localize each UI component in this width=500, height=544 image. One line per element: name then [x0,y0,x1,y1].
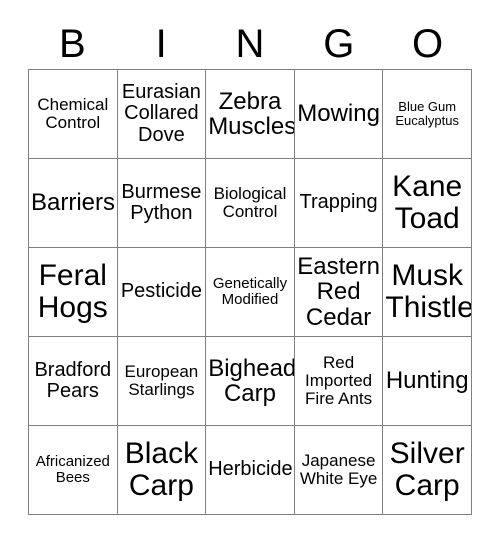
bingo-header-letter-n: N [235,21,265,66]
bingo-cell-label: Eurasian Collared Dove [121,81,201,146]
bingo-cell-i3[interactable]: Pesticide [117,248,207,337]
bingo-cell-o2[interactable]: Kane Toad [383,159,472,248]
bingo-cell-n1[interactable]: Zebra Muscles [206,70,295,159]
bingo-cell-label: Kane Toad [392,170,463,235]
bingo-cell-label: Africanized Bees [35,453,110,486]
bingo-cell-n4[interactable]: Bighead Carp [206,337,295,426]
bingo-cell-label: Red Imported Fire Ants [305,352,373,408]
bingo-cell-b3[interactable]: Feral Hogs [29,248,118,337]
bingo-cell-g5[interactable]: Japanese White Eye [294,426,384,515]
bingo-cell-o4[interactable]: Hunting [383,337,472,426]
bingo-cell-n5[interactable]: Herbicide [206,426,295,515]
bingo-cell-o1[interactable]: Blue Gum Eucalyptus [383,70,472,159]
bingo-cell-b4[interactable]: Bradford Pears [29,337,118,426]
bingo-cell-g4[interactable]: Red Imported Fire Ants [294,337,384,426]
bingo-cell-g1[interactable]: Mowing [294,70,384,159]
bingo-cell-o3[interactable]: Musk Thistle [383,248,472,337]
bingo-cell-i1[interactable]: Eurasian Collared Dove [117,70,207,159]
bingo-cell-b2[interactable]: Barriers [29,159,118,248]
bingo-cell-b1[interactable]: Chemical Control [29,70,118,159]
bingo-cell-o5[interactable]: Silver Carp [383,426,472,515]
bingo-cell-i2[interactable]: Burmese Python [117,159,207,248]
bingo-grid: Chemical Control Eurasian Collared Dove … [28,69,472,515]
bingo-cell-label: Biological Control [213,183,287,221]
bingo-cell-n2[interactable]: Biological Control [206,159,295,248]
bingo-cell-label: Bighead Carp [208,354,295,407]
bingo-cell-n3[interactable]: Genetically Modified [206,248,295,337]
bingo-cell-g3[interactable]: Eastern Red Cedar [294,248,384,337]
bingo-cell-label: Burmese Python [121,180,202,224]
bingo-cell-label: Pesticide [120,280,202,303]
bingo-header-letter-b: B [59,21,86,66]
bingo-cell-label: Zebra Muscles [208,87,295,140]
bingo-cell-label: Musk Thistle [385,259,472,324]
bingo-cell-label: Black Carp [124,437,199,502]
bingo-cell-label: Hunting [385,367,469,395]
bingo-cell-i5[interactable]: Black Carp [117,426,207,515]
bingo-cell-label: Bradford Pears [34,358,112,402]
bingo-cell-label: Chemical Control [37,94,109,132]
bingo-cell-label: European Starlings [124,361,199,399]
bingo-header-letter-i: I [155,21,167,66]
bingo-cell-label: Herbicide [208,458,293,481]
bingo-cell-label: Japanese White Eye [299,450,378,488]
bingo-cell-label: Genetically Modified [212,275,288,308]
bingo-header-letter-g: G [323,21,355,66]
bingo-cell-label: Mowing [297,100,380,128]
bingo-cell-label: Eastern Red Cedar [297,252,380,331]
bingo-cell-label: Silver Carp [389,437,465,502]
bingo-header-row: B I N G O [28,18,472,69]
bingo-cell-b5[interactable]: Africanized Bees [29,426,118,515]
bingo-header-letter-o: O [412,21,444,66]
bingo-cell-label: Blue Gum Eucalyptus [395,99,459,128]
bingo-cell-label: Barriers [31,189,116,217]
bingo-cell-label: Trapping [299,191,378,214]
bingo-cell-label: Feral Hogs [37,259,108,324]
bingo-cell-i4[interactable]: European Starlings [117,337,207,426]
bingo-card: B I N G O Chemical Control Eurasian Coll… [0,0,500,544]
bingo-cell-g2[interactable]: Trapping [294,159,384,248]
